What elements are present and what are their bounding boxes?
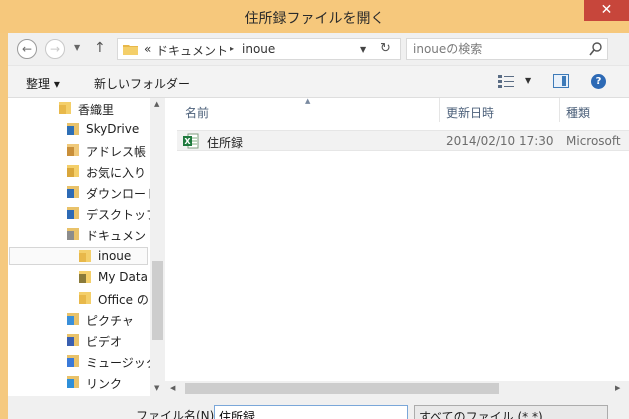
organize-button[interactable]: 整理 ▾ bbox=[26, 75, 60, 92]
tree-item-label: ピクチャ bbox=[86, 314, 134, 328]
navigation-pane-scrollbar[interactable]: ▲ ▼ bbox=[150, 98, 165, 396]
file-type: Microsoft bbox=[566, 134, 621, 148]
links-icon bbox=[67, 376, 79, 388]
filetype-select[interactable]: すべてのファイル (*.*) bbox=[414, 405, 608, 419]
file-list-horizontal-scrollbar[interactable]: ◀ ▶ bbox=[165, 381, 629, 396]
tree-item[interactable]: Office の bbox=[8, 288, 150, 308]
contacts-icon bbox=[67, 144, 79, 156]
close-button[interactable]: ✕ bbox=[584, 0, 629, 21]
tree-item-label: お気に入り bbox=[86, 166, 147, 180]
preview-pane-icon[interactable] bbox=[553, 74, 569, 88]
file-date: 2014/02/10 17:30 bbox=[446, 134, 554, 148]
tree-item[interactable]: ミュージック bbox=[8, 351, 150, 371]
tree-item-label: ビデオ bbox=[86, 335, 123, 349]
dialog-footer: ファイル名(N): すべてのファイル (*.*) bbox=[8, 396, 629, 419]
address-segment-inoue[interactable]: inoue bbox=[242, 42, 275, 56]
tree-item[interactable]: 香織里 bbox=[8, 98, 150, 118]
address-dropdown-icon[interactable]: ▼ bbox=[360, 45, 366, 54]
tree-item-label: ミュージック bbox=[86, 356, 150, 370]
tree-item[interactable]: ピクチャ bbox=[8, 309, 150, 329]
up-button[interactable]: ↑ bbox=[94, 40, 106, 56]
favorites-icon bbox=[67, 165, 79, 177]
view-options-icon[interactable] bbox=[498, 74, 516, 88]
navigation-bar: ← → ▼ ↑ « ドキュメント ▸ inoue ▼ ↻ bbox=[8, 33, 629, 65]
column-divider[interactable] bbox=[559, 98, 560, 122]
tree-item[interactable]: My Data bbox=[8, 267, 150, 287]
svg-text:X: X bbox=[184, 137, 191, 146]
tree-item-label: Office の bbox=[98, 293, 149, 307]
tree-item[interactable]: ビデオ bbox=[8, 330, 150, 350]
downloads-icon bbox=[67, 186, 79, 198]
tree-item[interactable]: SkyDrive bbox=[8, 119, 150, 139]
search-icon[interactable] bbox=[589, 41, 603, 57]
column-divider[interactable] bbox=[439, 98, 440, 122]
scrollbar-thumb[interactable] bbox=[152, 261, 163, 340]
address-bar[interactable]: « ドキュメント ▸ inoue ▼ ↻ bbox=[117, 38, 401, 60]
music-icon bbox=[67, 355, 79, 367]
scrollbar-thumb[interactable] bbox=[185, 383, 499, 394]
search-input[interactable] bbox=[413, 41, 583, 57]
title-bar: 住所録ファイルを開く ✕ bbox=[0, 0, 629, 33]
new-folder-button[interactable]: 新しいフォルダー bbox=[94, 75, 190, 92]
folder-icon bbox=[59, 102, 71, 114]
tree-item-label: My Data bbox=[98, 270, 148, 284]
address-separator-icon[interactable]: ▸ bbox=[230, 44, 234, 53]
scroll-down-icon[interactable]: ▼ bbox=[154, 384, 159, 392]
command-bar: 整理 ▾ 新しいフォルダー ▼ ? bbox=[8, 65, 629, 98]
filename-label: ファイル名(N): bbox=[136, 409, 219, 419]
file-name: 住所録 bbox=[207, 136, 244, 150]
tree-item-label: inoue bbox=[98, 249, 132, 263]
refresh-icon[interactable]: ↻ bbox=[380, 41, 391, 56]
file-row[interactable]: X 住所録 2014/02/10 17:30 Microsoft bbox=[177, 130, 629, 151]
skydrive-icon bbox=[67, 123, 79, 135]
tree-item[interactable]: リンク bbox=[8, 372, 150, 392]
column-date[interactable]: 更新日時 bbox=[446, 104, 494, 121]
tree-item-label: デスクトップ bbox=[86, 208, 150, 222]
tree-item-label: アドレス帳 bbox=[86, 145, 147, 159]
folder-icon bbox=[79, 292, 91, 304]
tree-item-label: リンク bbox=[86, 377, 123, 391]
filename-input[interactable] bbox=[214, 405, 408, 419]
tree-item-label: 香織里 bbox=[78, 103, 115, 117]
recent-locations-dropdown-icon[interactable]: ▼ bbox=[74, 43, 80, 52]
videos-icon bbox=[67, 334, 79, 346]
back-button[interactable]: ← bbox=[17, 39, 37, 59]
scroll-right-icon[interactable]: ▶ bbox=[615, 384, 620, 392]
tree-item[interactable]: ドキュメント bbox=[8, 224, 150, 244]
tree-item[interactable]: ダウンロード bbox=[8, 182, 150, 202]
folder-icon bbox=[123, 45, 138, 55]
window-title: 住所録ファイルを開く bbox=[244, 11, 385, 27]
folder-icon bbox=[79, 250, 91, 262]
file-list[interactable]: ▲ 名前 更新日時 種類 X 住所録 2014/02/10 17:30 Micr… bbox=[165, 97, 629, 396]
tree-item[interactable]: お気に入り bbox=[8, 161, 150, 181]
address-overflow[interactable]: « bbox=[144, 42, 151, 56]
mydata-folder-icon bbox=[79, 271, 91, 283]
help-icon[interactable]: ? bbox=[591, 74, 606, 89]
navigation-pane[interactable]: 香織里 SkyDrive アドレス帳お気に入りダウンロードデスクトップドキュメント i… bbox=[8, 98, 150, 396]
pictures-icon bbox=[67, 313, 79, 325]
documents-icon bbox=[67, 228, 79, 240]
column-type[interactable]: 種類 bbox=[566, 104, 590, 121]
sort-ascending-icon: ▲ bbox=[305, 97, 311, 105]
scroll-left-icon[interactable]: ◀ bbox=[170, 384, 175, 392]
view-dropdown-icon[interactable]: ▼ bbox=[525, 76, 531, 85]
desktop-icon bbox=[67, 207, 79, 219]
tree-item-label: ダウンロード bbox=[86, 187, 150, 201]
tree-item[interactable]: inoue bbox=[8, 246, 150, 266]
address-segment-documents[interactable]: ドキュメント bbox=[156, 42, 228, 59]
tree-item-label: ドキュメント bbox=[86, 229, 150, 243]
tree-item[interactable]: デスクトップ bbox=[8, 203, 150, 223]
column-header: ▲ 名前 更新日時 種類 bbox=[165, 97, 629, 123]
tree-item[interactable]: アドレス帳 bbox=[8, 140, 150, 160]
column-name[interactable]: 名前 bbox=[185, 104, 209, 121]
forward-button[interactable]: → bbox=[45, 39, 65, 59]
scroll-up-icon[interactable]: ▲ bbox=[154, 100, 159, 108]
tree-item-label: SkyDrive bbox=[86, 122, 140, 136]
search-box[interactable] bbox=[406, 38, 608, 60]
excel-icon: X bbox=[183, 133, 199, 149]
